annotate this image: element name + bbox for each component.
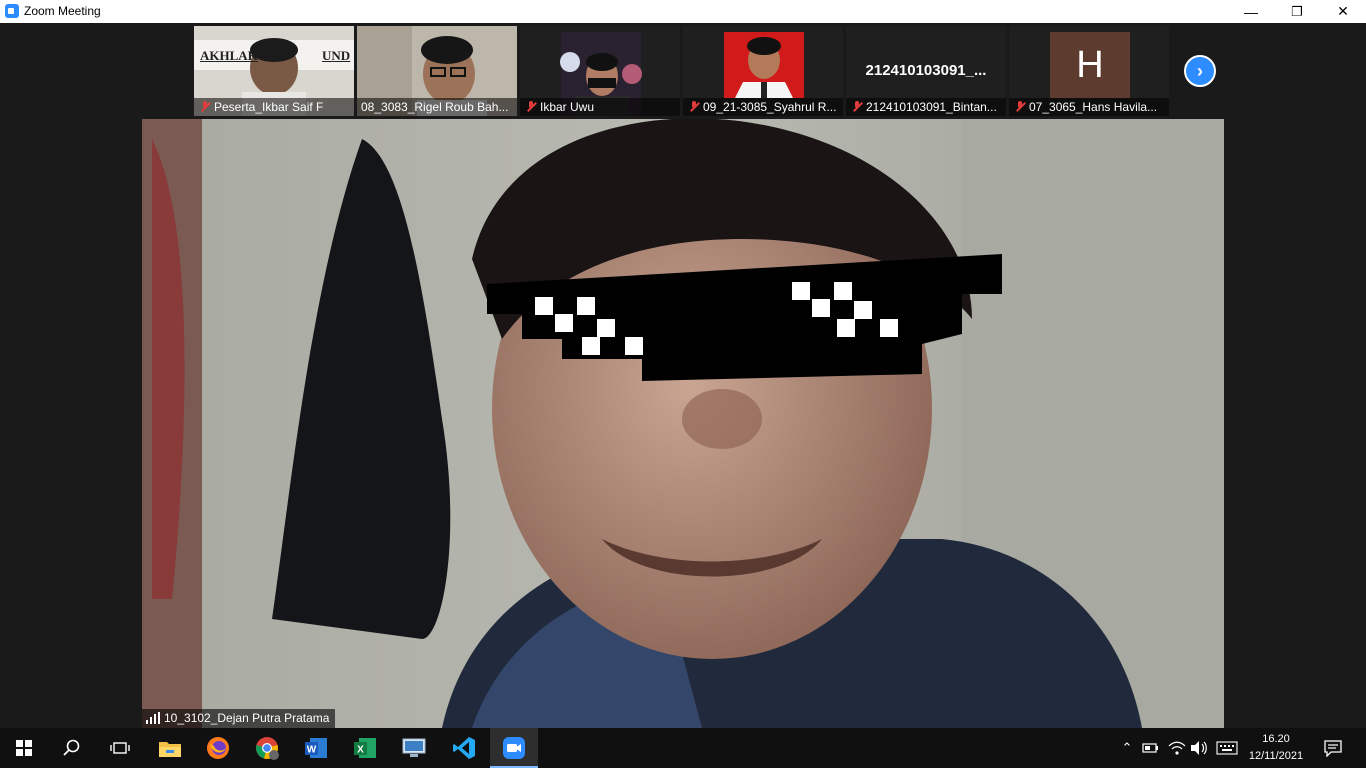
windows-taskbar: W X ⌃ 16.20 12/11/2021 <box>0 728 1366 768</box>
active-speaker-video <box>142 119 1224 728</box>
participant-name-bar: 08_3083_Rigel Roub Bah... <box>357 98 517 116</box>
minimize-button[interactable]: — <box>1228 0 1274 23</box>
speaker-name-bar: 10_3102_Dejan Putra Pratama <box>142 709 336 728</box>
taskbar-file-explorer[interactable] <box>146 728 194 768</box>
participant-name: Ikbar Uwu <box>540 100 595 114</box>
firefox-icon <box>207 737 229 759</box>
clock-time: 16.20 <box>1262 733 1290 745</box>
mic-muted-icon <box>689 101 699 113</box>
taskbar-chrome[interactable] <box>243 728 291 768</box>
clock-date: 12/11/2021 <box>1248 750 1304 762</box>
task-view-button[interactable] <box>96 728 144 768</box>
participant-display-name: 212410103091_... <box>865 62 987 79</box>
excel-icon: X <box>354 738 376 758</box>
remote-desktop-icon <box>402 738 426 757</box>
speaker-name: 10_3102_Dejan Putra Pratama <box>164 711 330 725</box>
participant-name-bar: Ikbar Uwu <box>520 98 680 116</box>
participant-name: 09_21-3085_Syahrul R... <box>703 100 837 114</box>
participant-tile[interactable]: AKHLAK UND Peserta_Ikbar Saif F <box>194 26 354 116</box>
start-button[interactable] <box>0 728 48 768</box>
participant-tile[interactable]: Ikbar Uwu <box>520 26 680 116</box>
system-tray: ⌃ <box>1118 728 1136 768</box>
keyboard-icon[interactable] <box>1216 741 1238 755</box>
taskbar-word[interactable]: W <box>292 728 340 768</box>
task-view-icon <box>110 742 130 754</box>
next-page-button[interactable]: › <box>1184 55 1216 87</box>
taskbar-excel[interactable]: X <box>341 728 389 768</box>
participant-name: 08_3083_Rigel Roub Bah... <box>361 100 509 114</box>
participant-avatar: H <box>1050 32 1130 98</box>
chevron-right-icon: › <box>1197 60 1203 81</box>
notification-center-icon[interactable] <box>1323 739 1343 757</box>
taskbar-zoom[interactable] <box>490 728 538 768</box>
mic-muted-icon <box>526 101 536 113</box>
taskbar-firefox[interactable] <box>194 728 242 768</box>
participant-name: 212410103091_Bintan... <box>866 100 997 114</box>
mic-muted-icon <box>200 101 210 113</box>
title-bar: Zoom Meeting — ❐ ✕ <box>0 0 1366 23</box>
participant-name-bar: 212410103091_Bintan... <box>846 98 1006 116</box>
vscode-icon <box>453 737 475 759</box>
taskbar-vscode[interactable] <box>440 728 488 768</box>
svg-text:W: W <box>307 745 317 756</box>
chrome-icon <box>256 737 279 760</box>
maximize-button[interactable]: ❐ <box>1274 0 1320 23</box>
participant-name-bar: 09_21-3085_Syahrul R... <box>683 98 843 116</box>
svg-text:X: X <box>357 745 364 756</box>
window-title: Zoom Meeting <box>24 4 101 18</box>
volume-icon[interactable] <box>1190 740 1208 756</box>
battery-icon[interactable] <box>1142 741 1160 755</box>
banner-text-right: UND <box>322 48 351 63</box>
taskbar-remote-desktop[interactable] <box>390 728 438 768</box>
windows-logo-icon <box>16 740 32 756</box>
participant-name: 07_3065_Hans Havila... <box>1029 100 1158 114</box>
participant-name: Peserta_Ikbar Saif F <box>214 100 324 114</box>
banner-text-left: AKHLAK <box>200 48 258 63</box>
zoom-icon <box>503 737 525 759</box>
search-icon <box>63 739 80 756</box>
participant-name-bar: Peserta_Ikbar Saif F <box>194 98 354 116</box>
participant-name-bar: 07_3065_Hans Havila... <box>1009 98 1169 116</box>
zoom-app-icon <box>5 4 19 18</box>
participant-tile[interactable]: 212410103091_... 212410103091_Bintan... <box>846 26 1006 116</box>
participant-tile[interactable]: 08_3083_Rigel Roub Bah... <box>357 26 517 116</box>
search-button[interactable] <box>48 728 96 768</box>
mic-muted-icon <box>852 101 862 113</box>
speaker-video-frame <box>142 119 1224 728</box>
participant-tile[interactable]: H 07_3065_Hans Havila... <box>1009 26 1169 116</box>
taskbar-clock[interactable]: 16.20 12/11/2021 <box>1244 731 1308 765</box>
connection-signal-icon <box>146 712 160 724</box>
chevron-up-icon[interactable]: ⌃ <box>1118 740 1136 756</box>
wifi-icon[interactable] <box>1168 740 1186 756</box>
word-icon: W <box>305 738 327 758</box>
close-button[interactable]: ✕ <box>1320 0 1366 23</box>
mic-muted-icon <box>1015 101 1025 113</box>
folder-icon <box>159 742 181 757</box>
participant-tile[interactable]: 09_21-3085_Syahrul R... <box>683 26 843 116</box>
